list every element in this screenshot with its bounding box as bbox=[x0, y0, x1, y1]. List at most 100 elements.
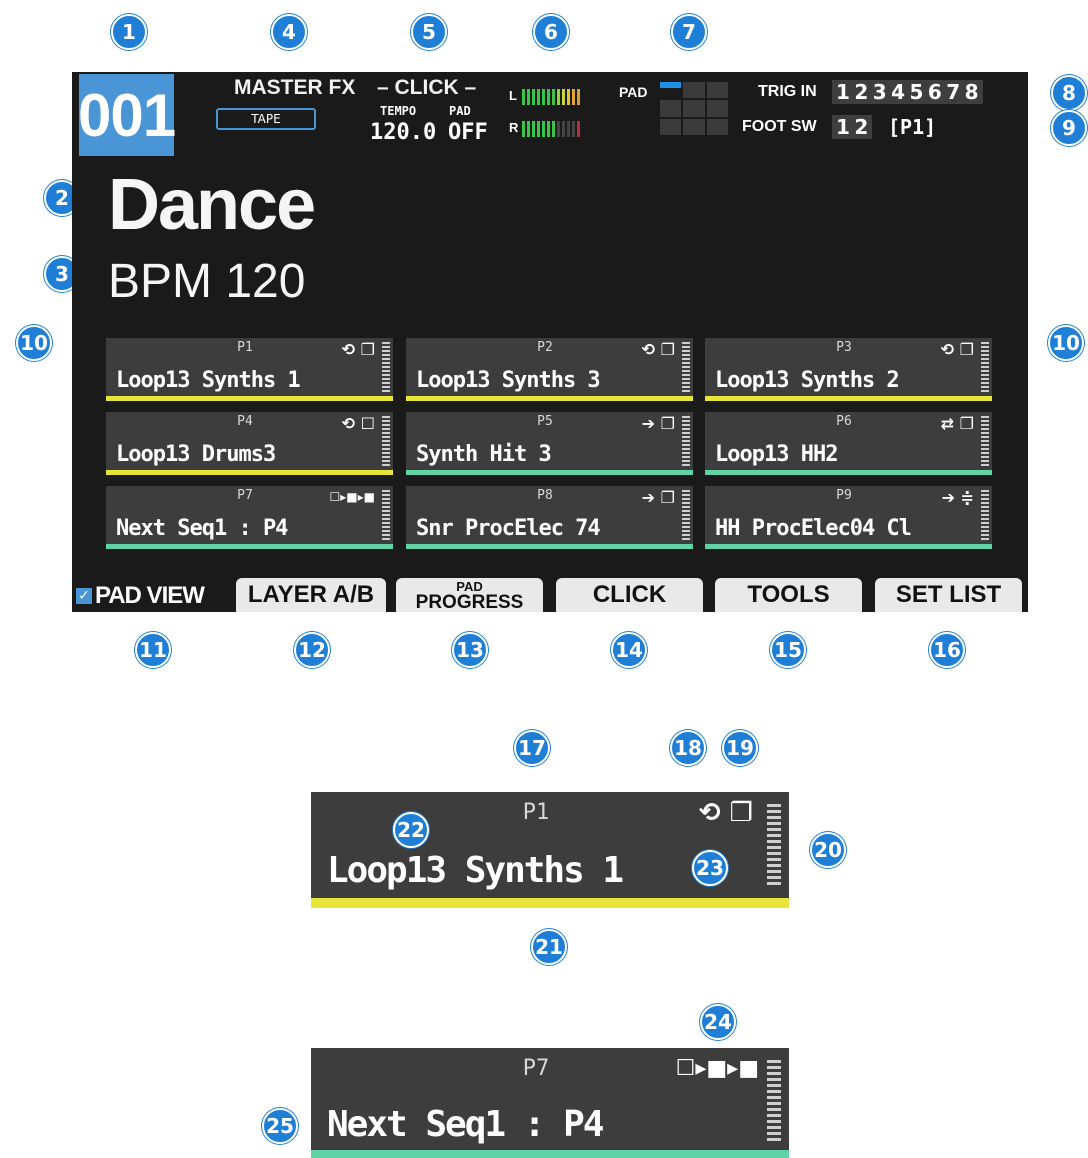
kit-number[interactable]: 001 bbox=[78, 74, 176, 156]
pad-title: HH ProcElec04 Cl bbox=[715, 516, 912, 541]
foot-sw-1: 1 bbox=[836, 115, 850, 139]
pad-progress-tab[interactable]: PAD PROGRESS bbox=[396, 578, 543, 612]
pad-level-meter bbox=[981, 490, 989, 540]
pad-view-label: PAD VIEW bbox=[95, 582, 205, 609]
pad-cell-p4[interactable]: P4 ⟲ ☐ Loop13 Drums3 bbox=[106, 412, 393, 475]
pad-detail-p7: P7 ☐▸■▸■ Next Seq1 : P4 bbox=[311, 1048, 789, 1158]
click-tab[interactable]: CLICK bbox=[556, 578, 703, 612]
trig-in-3: 3 bbox=[872, 80, 887, 104]
alternate-icon: ⇄ ❐ bbox=[940, 414, 974, 433]
detail-level-meter bbox=[767, 804, 781, 888]
callout-badge-4: 4 bbox=[271, 14, 307, 50]
loop-icon: ⟲ ❐ bbox=[940, 340, 974, 359]
master-fx-label: MASTER FX bbox=[234, 76, 356, 99]
tools-tab[interactable]: TOOLS bbox=[715, 578, 862, 612]
foot-sw-label: FOOT SW bbox=[742, 118, 817, 135]
pad-level-meter bbox=[382, 342, 390, 392]
pad-color-bar bbox=[106, 544, 393, 549]
pad-color-bar bbox=[106, 470, 393, 475]
pad-color-bar bbox=[106, 396, 393, 401]
pad-cell-p8[interactable]: P8 ➔ ❐ Snr ProcElec 74 bbox=[406, 486, 693, 549]
loop-icon: ⟲ ❐ bbox=[641, 340, 675, 359]
sequence-icon: ☐▸■▸■ bbox=[329, 490, 375, 504]
foot-sw-2: 2 bbox=[854, 115, 869, 139]
meter-l-bar bbox=[522, 89, 582, 105]
loop-icon: ⟲ ☐ bbox=[341, 414, 375, 433]
callout-badge-20: 20 bbox=[810, 832, 846, 868]
callout-badge-23: 23 bbox=[692, 850, 728, 886]
callout-badge-21: 21 bbox=[531, 929, 567, 965]
callout-badge-7: 7 bbox=[671, 14, 707, 50]
callout-badge-18: 18 bbox=[670, 730, 706, 766]
pad-cell-p9[interactable]: P9 ➔ ≑ HH ProcElec04 Cl bbox=[705, 486, 992, 549]
detail-sequence-icons: ☐▸■▸■ bbox=[675, 1056, 759, 1081]
click-label: – CLICK – bbox=[377, 76, 477, 99]
loop-icon: ⟲ ❐ bbox=[341, 340, 375, 359]
callout-badge-9: 9 bbox=[1051, 110, 1087, 146]
pad-cell-p1[interactable]: P1 ⟲ ❐ Loop13 Synths 1 bbox=[106, 338, 393, 401]
checkbox-icon: ✓ bbox=[76, 588, 92, 604]
layer-tab[interactable]: LAYER A/B bbox=[236, 578, 386, 612]
pad-title: Loop13 Synths 3 bbox=[416, 368, 601, 393]
trig-in-label: TRIG IN bbox=[758, 83, 817, 100]
callout-badge-17: 17 bbox=[514, 730, 550, 766]
pad-cell-p2[interactable]: P2 ⟲ ❐ Loop13 Synths 3 bbox=[406, 338, 693, 401]
pad-level-meter bbox=[382, 490, 390, 540]
callout-badge-11: 11 bbox=[135, 632, 171, 668]
detail-pad-id: P1 bbox=[522, 800, 550, 825]
pad-level-meter bbox=[682, 490, 690, 540]
pad-color-bar bbox=[705, 396, 992, 401]
detail-pad-title: Loop13 Synths 1 bbox=[327, 850, 624, 891]
pad-click-label: PAD bbox=[449, 104, 471, 118]
trig-in-5: 5 bbox=[909, 80, 924, 104]
pad-level-meter bbox=[981, 342, 989, 392]
pad-color-bar bbox=[406, 470, 693, 475]
pad-title: Snr ProcElec 74 bbox=[416, 516, 601, 541]
detail-mode-icons: ⟲ ❐ bbox=[698, 798, 753, 828]
callout-badge-16: 16 bbox=[929, 632, 965, 668]
kit-name: Dance bbox=[108, 165, 316, 245]
pad-click-value: OFF bbox=[448, 120, 488, 145]
trig-in-4: 4 bbox=[891, 80, 906, 104]
tempo-label: TEMPO bbox=[380, 104, 417, 118]
trig-in-values: 1 2 3 4 5 6 7 8 bbox=[832, 80, 983, 104]
pad-level-meter bbox=[981, 416, 989, 466]
meter-r-label: R bbox=[509, 120, 519, 135]
trig-in-2: 2 bbox=[854, 80, 869, 104]
device-screen: 001 MASTER FX TAPE – CLICK – TEMPO PAD 1… bbox=[72, 72, 1028, 612]
callout-badge-25: 25 bbox=[262, 1108, 298, 1144]
detail-color-bar bbox=[311, 1150, 789, 1158]
callout-badge-5: 5 bbox=[411, 14, 447, 50]
pad-color-bar bbox=[406, 544, 693, 549]
pad-color-bar bbox=[406, 396, 693, 401]
trig-in-6: 6 bbox=[927, 80, 942, 104]
pad-grid-indicator bbox=[660, 82, 728, 135]
pad-cell-p3[interactable]: P3 ⟲ ❐ Loop13 Synths 2 bbox=[705, 338, 992, 401]
pad-color-bar bbox=[705, 544, 992, 549]
pad-title: Next Seq1 : P4 bbox=[116, 516, 288, 541]
callout-badge-8: 8 bbox=[1051, 75, 1087, 111]
foot-sw-assign: [P1] bbox=[888, 115, 937, 139]
pad-detail-p1: P1 ⟲ ❐ Loop13 Synths 1 bbox=[311, 792, 789, 908]
pad-cell-p7[interactable]: P7 ☐▸■▸■ Next Seq1 : P4 bbox=[106, 486, 393, 549]
pad-cell-p6[interactable]: P6 ⇄ ❐ Loop13 HH2 bbox=[705, 412, 992, 475]
trig-in-7: 7 bbox=[946, 80, 961, 104]
callout-badge-12: 12 bbox=[294, 632, 330, 668]
trig-in-8: 8 bbox=[964, 80, 979, 104]
oneshot-icon: ➔ ❐ bbox=[641, 414, 675, 433]
pad-view-toggle[interactable]: ✓ PAD VIEW bbox=[76, 582, 205, 610]
pad-progress-label-2: PROGRESS bbox=[415, 592, 524, 613]
master-fx-value[interactable]: TAPE bbox=[216, 108, 316, 130]
mute-group-icon: ➔ ≑ bbox=[941, 488, 974, 507]
pad-cell-p5[interactable]: P5 ➔ ❐ Synth Hit 3 bbox=[406, 412, 693, 475]
pad-level-meter bbox=[382, 416, 390, 466]
callout-badge-24: 24 bbox=[700, 1004, 736, 1040]
set-list-tab[interactable]: SET LIST bbox=[875, 578, 1022, 612]
callout-badge-22: 22 bbox=[393, 812, 429, 848]
pad-level-meter bbox=[682, 416, 690, 466]
pad-title: Synth Hit 3 bbox=[416, 442, 552, 467]
pad-title: Loop13 Drums3 bbox=[116, 442, 276, 467]
tempo-value: 120.0 bbox=[370, 120, 437, 145]
callout-badge-13: 13 bbox=[452, 632, 488, 668]
callout-badge-14: 14 bbox=[611, 632, 647, 668]
